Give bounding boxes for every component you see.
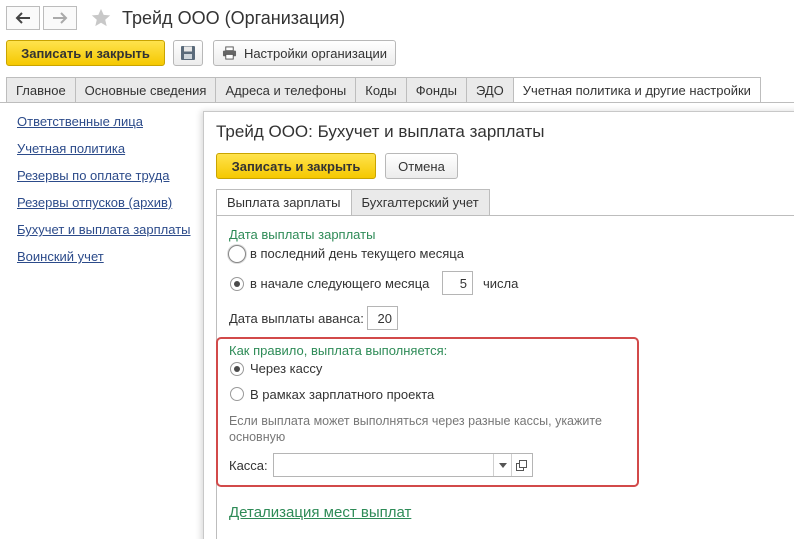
pay-day-suffix: числа [483, 276, 519, 291]
payment-places-details-link[interactable]: Детализация мест выплат [229, 504, 411, 521]
window-title: Трейд ООО (Организация) [122, 8, 346, 28]
dialog-save-and-close-button[interactable]: Записать и закрыть [216, 153, 376, 179]
radio-next-month[interactable] [230, 277, 244, 291]
cash-desk-label: Через кассу [250, 361, 323, 376]
forward-button[interactable] [43, 6, 77, 30]
save-button[interactable] [173, 40, 203, 66]
advance-date-input[interactable]: 20 [367, 306, 398, 330]
tab-basic-info[interactable]: Основные сведения [74, 77, 216, 103]
nav-item-accounting-policy[interactable]: Учетная политика [17, 141, 191, 168]
dropdown-arrow-icon[interactable] [493, 454, 511, 476]
tab-salary-payment[interactable]: Выплата зарплаты [216, 189, 351, 216]
save-and-close-button[interactable]: Записать и закрыть [6, 40, 165, 66]
floppy-disk-icon [181, 46, 195, 60]
cash-desk-field-label: Касса: [229, 458, 268, 473]
nav-item-military-records[interactable]: Воинский учет [17, 249, 191, 276]
main-tabs: Главное Основные сведения Адреса и телеф… [6, 77, 761, 103]
tab-funds[interactable]: Фонды [405, 77, 466, 103]
tab-codes[interactable]: Коды [355, 77, 406, 103]
tab-bookkeeping[interactable]: Бухгалтерский учет [350, 189, 490, 216]
open-form-icon[interactable] [511, 454, 531, 476]
next-month-label: в начале следующего месяца [250, 276, 430, 291]
radio-salary-project[interactable] [230, 387, 244, 401]
payment-method-heading: Как правило, выплата выполняется: [229, 343, 448, 358]
back-button[interactable] [6, 6, 40, 30]
organization-settings-label: Настройки организации [243, 45, 388, 61]
payroll-dialog: Трейд ООО: Бухучет и выплата зарплаты За… [203, 111, 794, 539]
cancel-button[interactable]: Отмена [385, 153, 458, 179]
tab-main[interactable]: Главное [6, 77, 75, 103]
salary-project-label: В рамках зарплатного проекта [250, 387, 435, 402]
advance-date-label: Дата выплаты аванса: [229, 311, 364, 326]
favorite-star-icon[interactable] [90, 7, 112, 29]
nav-item-vacation-reserves[interactable]: Резервы отпусков (архив) [17, 195, 191, 222]
last-day-label: в последний день текущего месяца [250, 246, 464, 261]
nav-item-accounting-payroll[interactable]: Бухучет и выплата зарплаты [17, 222, 191, 249]
nav-item-responsible-persons[interactable]: Ответственные лица [17, 114, 191, 141]
tab-addresses-phones[interactable]: Адреса и телефоны [215, 77, 356, 103]
dialog-title: Трейд ООО: Бухучет и выплата зарплаты [216, 122, 545, 141]
left-nav: Ответственные лица Учетная политика Резе… [17, 114, 191, 276]
cash-desk-hint: Если выплата может выполняться через раз… [229, 414, 602, 444]
cash-desk-select[interactable] [273, 453, 533, 477]
radio-last-day[interactable] [228, 245, 246, 263]
pay-date-heading: Дата выплаты зарплаты [229, 227, 376, 242]
nav-item-payroll-reserves[interactable]: Резервы по оплате труда [17, 168, 191, 195]
arrow-left-icon [15, 12, 30, 24]
tab-accounting-policy[interactable]: Учетная политика и другие настройки [512, 77, 761, 103]
dialog-tabs: Выплата зарплаты Бухгалтерский учет [216, 189, 490, 216]
arrow-right-icon [53, 12, 68, 24]
pay-day-input[interactable]: 5 [442, 271, 473, 295]
printer-icon [222, 46, 236, 60]
tab-divider [0, 102, 794, 103]
tab-edo[interactable]: ЭДО [465, 77, 513, 103]
radio-cash-desk[interactable] [230, 362, 244, 376]
organization-settings-button[interactable]: Настройки организации [213, 40, 396, 66]
